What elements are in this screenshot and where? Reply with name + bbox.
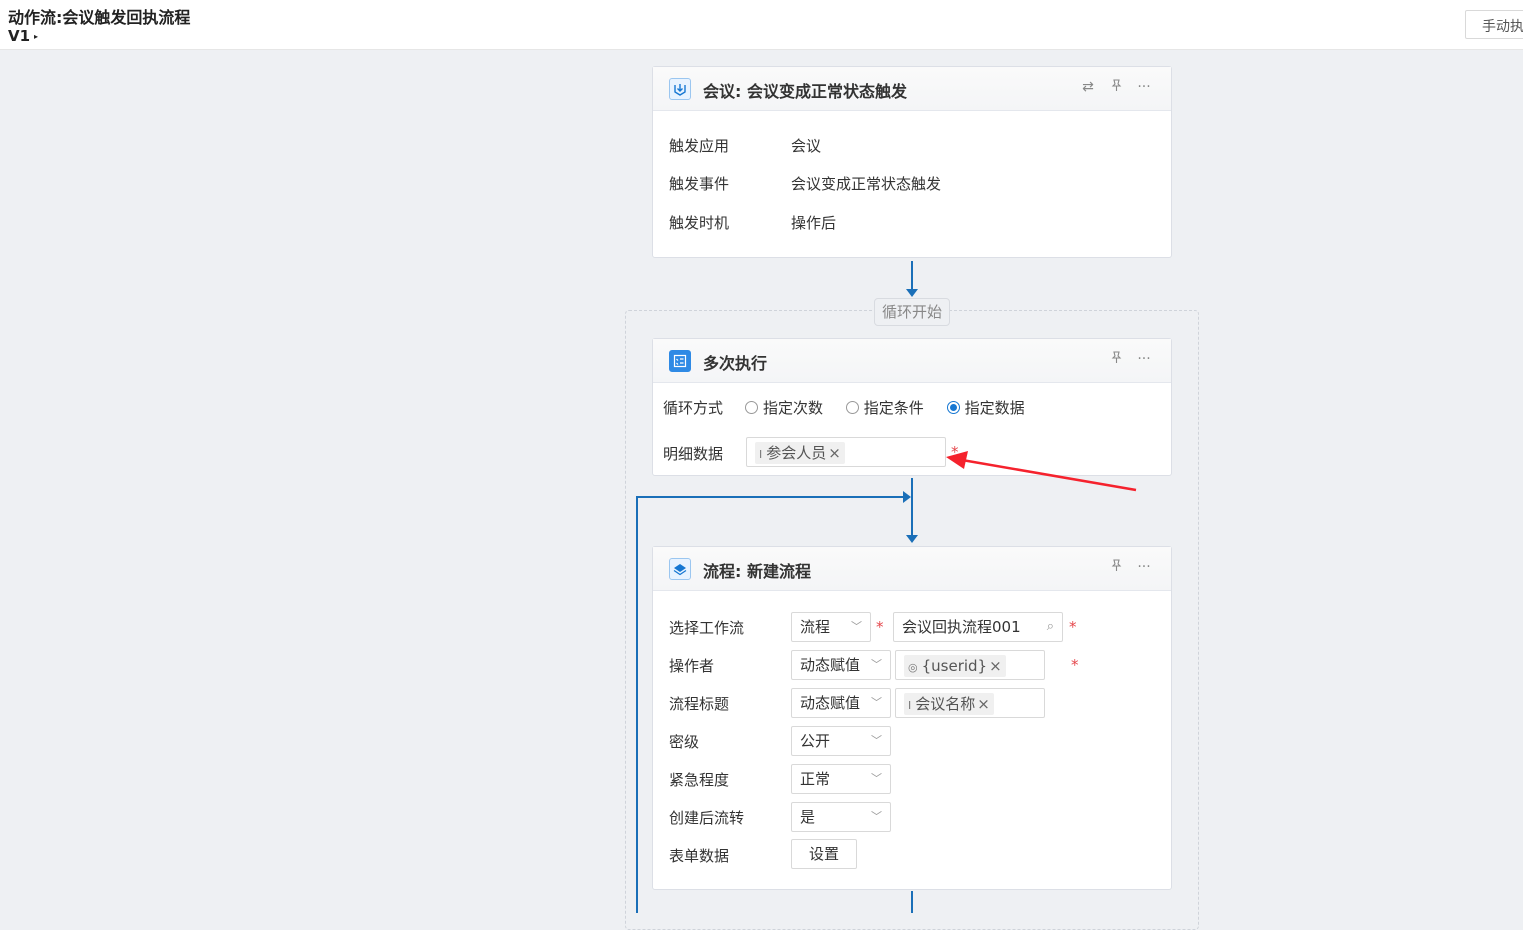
- operator-label: 操作者: [669, 657, 715, 675]
- chevron-down-icon: ﹀: [871, 810, 882, 823]
- urgency-select[interactable]: 正常 ﹀: [791, 764, 891, 794]
- trigger-timing-value: 操作后: [791, 214, 837, 232]
- remove-tag-icon[interactable]: ×: [828, 444, 841, 462]
- form-data-label: 表单数据: [669, 847, 730, 865]
- chevron-down-icon: ﹀: [871, 658, 882, 671]
- flow-title-label: 流程标题: [669, 695, 730, 713]
- variable-icon: ◎: [908, 661, 918, 674]
- secret-level-select[interactable]: 公开 ﹀: [791, 726, 891, 756]
- connector-line: [911, 261, 913, 291]
- manual-execute-button[interactable]: 手动执行: [1465, 10, 1523, 39]
- operator-value-input[interactable]: ◎ {userid} ×: [895, 650, 1045, 680]
- trigger-card[interactable]: 会议: 会议变成正常状态触发 ⇄ ··· 触发应用 会议 触发事件 会议变成正常…: [652, 66, 1172, 258]
- chevron-down-icon: ﹀: [851, 620, 862, 633]
- chevron-down-icon: ﹀: [871, 696, 882, 709]
- search-icon: ⌕: [1046, 619, 1054, 634]
- trigger-card-header: 会议: 会议变成正常状态触发 ⇄ ···: [653, 67, 1171, 111]
- required-mark: *: [876, 618, 884, 636]
- detail-data-tag: Ⅰ 参会人员 ×: [755, 442, 845, 464]
- detail-data-input[interactable]: Ⅰ 参会人员 ×: [746, 437, 946, 467]
- radio-specify-condition[interactable]: 指定条件: [845, 397, 924, 418]
- connector-arrow: [906, 535, 918, 543]
- trigger-card-title: 会议: 会议变成正常状态触发: [703, 82, 907, 101]
- trigger-app-value: 会议: [791, 137, 822, 155]
- more-icon[interactable]: ···: [1135, 559, 1153, 576]
- loop-back-line: [636, 496, 638, 913]
- trigger-app-label: 触发应用: [669, 137, 730, 155]
- required-mark: *: [1069, 618, 1077, 636]
- pin-icon[interactable]: [1107, 351, 1125, 368]
- pin-icon[interactable]: [1107, 559, 1125, 576]
- workflow-card-header: 流程: 新建流程 ···: [653, 547, 1171, 591]
- flow-title-input[interactable]: Ⅰ 会议名称 ×: [895, 688, 1045, 718]
- select-workflow-label: 选择工作流: [669, 619, 745, 637]
- layers-icon: [669, 558, 691, 580]
- after-create-select[interactable]: 是 ﹀: [791, 802, 891, 832]
- chevron-down-icon: ﹀: [871, 772, 882, 785]
- flow-title-tag: Ⅰ 会议名称 ×: [904, 693, 994, 715]
- connector-arrow: [906, 289, 918, 297]
- pin-icon[interactable]: [1107, 79, 1125, 96]
- swap-icon[interactable]: ⇄: [1079, 79, 1097, 96]
- remove-tag-icon[interactable]: ×: [977, 695, 990, 713]
- page-title: 动作流:会议触发回执流程: [8, 8, 191, 27]
- required-mark: *: [1071, 656, 1079, 674]
- trigger-timing-label: 触发时机: [669, 214, 730, 232]
- remove-tag-icon[interactable]: ×: [989, 657, 1002, 675]
- radio-specify-count[interactable]: 指定次数: [745, 397, 823, 418]
- loop-back-line-top: [636, 496, 908, 498]
- trigger-icon: [669, 78, 691, 100]
- loop-card-header: 多次执行 ···: [653, 339, 1171, 383]
- checklist-icon: [669, 350, 691, 372]
- more-icon[interactable]: ···: [1135, 79, 1153, 96]
- chevron-down-icon: ﹀: [871, 734, 882, 747]
- more-icon[interactable]: ···: [1135, 351, 1153, 368]
- loop-back-arrow: [903, 491, 911, 503]
- loop-mode-radio-group: 指定次数 指定条件 指定数据: [745, 397, 1043, 418]
- loop-start-label: 循环开始: [874, 298, 950, 326]
- workflow-type-select[interactable]: 流程 ﹀: [791, 612, 871, 642]
- connector-line: [911, 891, 913, 913]
- version-label: V1: [8, 27, 31, 45]
- connector-line: [911, 478, 913, 536]
- workflow-card-title: 流程: 新建流程: [703, 562, 811, 581]
- annotation-arrow: [946, 451, 1137, 492]
- form-data-settings-button[interactable]: 设置: [791, 839, 857, 869]
- flow-title-mode-select[interactable]: 动态赋值 ﹀: [791, 688, 891, 718]
- workflow-card[interactable]: 流程: 新建流程 ··· 选择工作流 流程 ﹀ * 会议回执流程001 ⌕ * 操作…: [652, 546, 1172, 890]
- text-field-icon: Ⅰ: [759, 448, 763, 461]
- version-selector[interactable]: V1 ▸: [8, 27, 38, 45]
- operator-tag: ◎ {userid} ×: [904, 655, 1006, 677]
- secret-level-label: 密级: [669, 733, 700, 751]
- loop-mode-label: 循环方式: [663, 399, 724, 417]
- trigger-event-label: 触发事件: [669, 175, 730, 193]
- operator-mode-select[interactable]: 动态赋值 ﹀: [791, 650, 891, 680]
- after-create-label: 创建后流转: [669, 809, 745, 827]
- loop-card-title: 多次执行: [703, 354, 768, 373]
- top-bar: 动作流:会议触发回执流程 V1▸ 手动执行: [0, 0, 1523, 50]
- workflow-name-input[interactable]: 会议回执流程001 ⌕: [893, 612, 1063, 642]
- radio-specify-data[interactable]: 指定数据: [946, 397, 1025, 418]
- text-field-icon: Ⅰ: [908, 699, 912, 712]
- trigger-event-value: 会议变成正常状态触发: [791, 175, 942, 193]
- caret-right-icon: ▸: [34, 32, 39, 41]
- urgency-label: 紧急程度: [669, 771, 730, 789]
- detail-data-label: 明细数据: [663, 445, 724, 463]
